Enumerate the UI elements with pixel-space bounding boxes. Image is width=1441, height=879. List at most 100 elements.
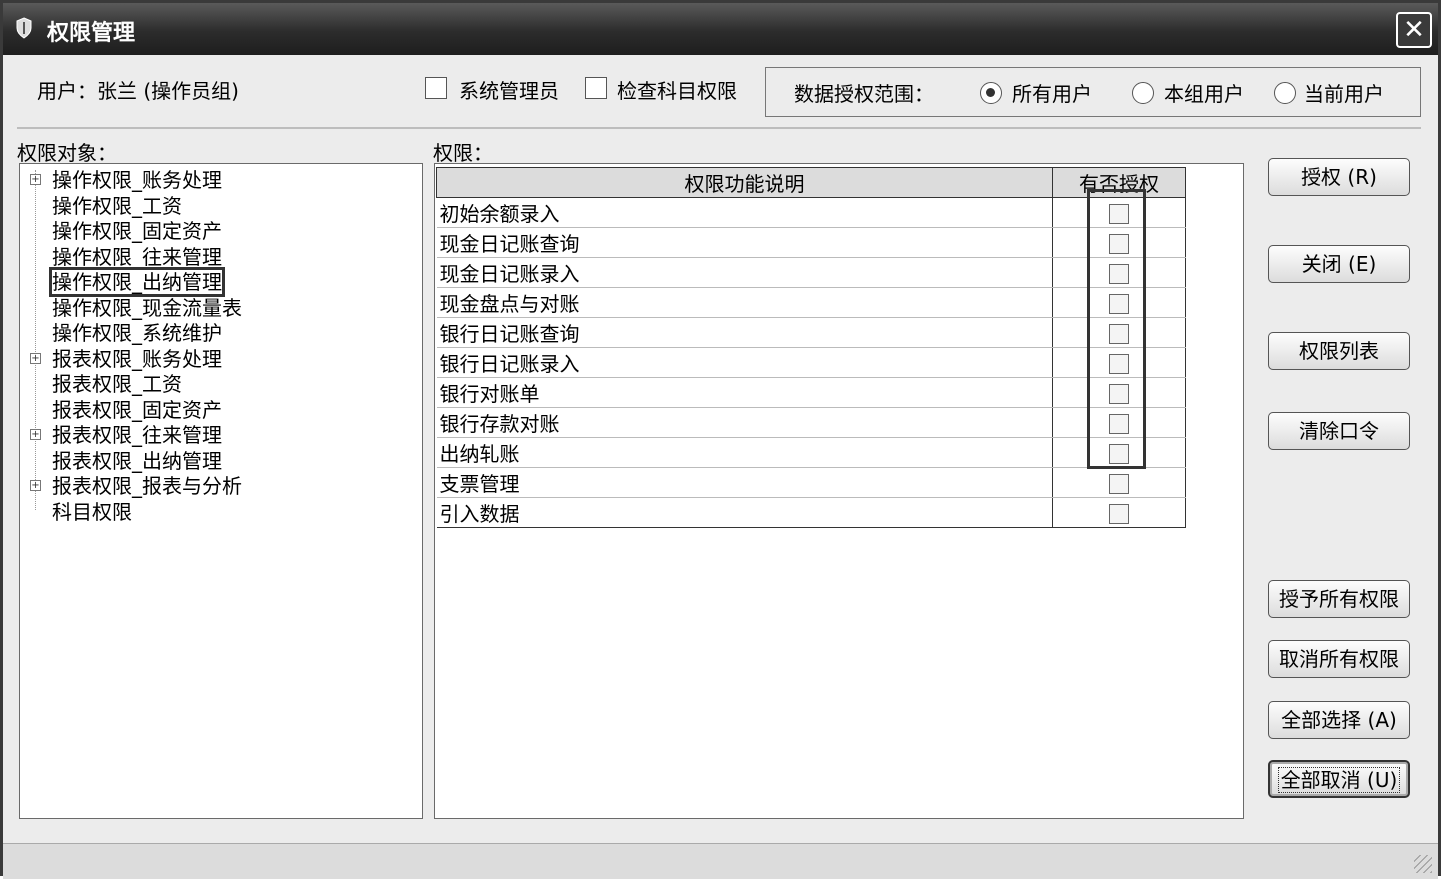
table-row[interactable]: 出纳轧账 bbox=[436, 437, 1186, 468]
radio-selected-dot bbox=[986, 88, 995, 97]
permissions-label: 权限： bbox=[433, 141, 493, 165]
granted-checkbox[interactable] bbox=[1109, 414, 1129, 434]
data-scope-group: 数据授权范围： 所有用户 本组用户 当前用户 bbox=[765, 67, 1421, 117]
table-row[interactable]: 支票管理 bbox=[436, 467, 1186, 498]
user-label: 用户：张兰 (操作员组) bbox=[37, 79, 239, 103]
window-title: 权限管理 bbox=[47, 21, 136, 46]
sys-admin-checkbox[interactable] bbox=[425, 77, 447, 99]
tree-item[interactable]: 操作权限_系统维护 bbox=[52, 321, 222, 345]
table-row[interactable]: 银行日记账录入 bbox=[436, 347, 1186, 378]
table-row[interactable]: 银行日记账查询 bbox=[436, 317, 1186, 348]
grant-button[interactable]: 授权 (R) bbox=[1268, 158, 1410, 196]
radio-all-users-label: 所有用户 bbox=[1012, 82, 1092, 106]
permission-name: 现金日记账录入 bbox=[436, 257, 1053, 288]
tree-item[interactable]: 操作权限_账务处理 bbox=[52, 168, 222, 192]
table-row[interactable]: 现金盘点与对账 bbox=[436, 287, 1186, 318]
granted-cell bbox=[1052, 377, 1186, 408]
deselect-all-button[interactable]: 全部取消 (U) bbox=[1268, 760, 1410, 798]
granted-checkbox[interactable] bbox=[1109, 234, 1129, 254]
permission-name: 出纳轧账 bbox=[436, 437, 1053, 468]
tree-item-selected[interactable]: 操作权限_出纳管理 bbox=[49, 267, 225, 297]
granted-cell bbox=[1052, 347, 1186, 378]
permission-name: 支票管理 bbox=[436, 467, 1053, 498]
table-row[interactable]: 现金日记账录入 bbox=[436, 257, 1186, 288]
clear-password-button[interactable]: 清除口令 bbox=[1268, 412, 1410, 450]
permission-dialog: 权限管理 ✕ 用户：张兰 (操作员组) 系统管理员 检查科目权限 数据授权范围：… bbox=[0, 0, 1441, 879]
granted-checkbox[interactable] bbox=[1109, 384, 1129, 404]
granted-checkbox[interactable] bbox=[1109, 324, 1129, 344]
radio-current-user[interactable] bbox=[1274, 82, 1296, 104]
table-row[interactable]: 银行存款对账 bbox=[436, 407, 1186, 438]
radio-current-user-label: 当前用户 bbox=[1304, 82, 1384, 106]
tree-item[interactable]: 报表权限_账务处理 bbox=[52, 347, 222, 371]
tree-item[interactable]: 报表权限_固定资产 bbox=[52, 398, 222, 422]
permissions-grid[interactable]: 权限功能说明 有否授权 初始余额录入 现金日记账查询 现金日记账录入 现金盘点与对账银… bbox=[434, 163, 1244, 819]
expand-icon[interactable]: + bbox=[30, 480, 41, 491]
column-header-granted[interactable]: 有否授权 bbox=[1052, 167, 1186, 198]
tree-connector bbox=[35, 170, 36, 510]
granted-cell bbox=[1052, 467, 1186, 498]
table-row[interactable]: 初始余额录入 bbox=[436, 197, 1186, 228]
expand-icon[interactable]: + bbox=[30, 174, 41, 185]
deselect-all-label: 全部取消 (U) bbox=[1277, 767, 1401, 793]
permission-name: 现金盘点与对账 bbox=[436, 287, 1053, 318]
permission-name: 引入数据 bbox=[436, 497, 1053, 528]
table-row[interactable]: 现金日记账查询 bbox=[436, 227, 1186, 258]
radio-group-users[interactable] bbox=[1132, 82, 1154, 104]
granted-checkbox[interactable] bbox=[1109, 354, 1129, 374]
resize-grip-icon[interactable] bbox=[1414, 855, 1432, 873]
permission-name: 银行存款对账 bbox=[436, 407, 1053, 438]
granted-cell bbox=[1052, 317, 1186, 348]
permission-name: 初始余额录入 bbox=[436, 197, 1053, 228]
grant-all-button[interactable]: 授予所有权限 bbox=[1268, 580, 1410, 618]
granted-checkbox[interactable] bbox=[1109, 264, 1129, 284]
table-row[interactable]: 银行对账单 bbox=[436, 377, 1186, 408]
status-bar bbox=[3, 843, 1438, 879]
granted-cell bbox=[1052, 227, 1186, 258]
tree-item[interactable]: 报表权限_往来管理 bbox=[52, 423, 222, 447]
close-icon[interactable]: ✕ bbox=[1396, 12, 1432, 48]
granted-checkbox[interactable] bbox=[1109, 474, 1129, 494]
tree-item[interactable]: 报表权限_工资 bbox=[52, 372, 182, 396]
table-row[interactable]: 引入数据 bbox=[436, 497, 1186, 528]
expand-icon[interactable]: + bbox=[30, 352, 41, 364]
close-button[interactable]: 关闭 (E) bbox=[1268, 245, 1410, 283]
tree-item[interactable]: 操作权限_往来管理 bbox=[52, 245, 222, 269]
granted-checkbox[interactable] bbox=[1109, 294, 1129, 314]
tree-item[interactable]: 报表权限_出纳管理 bbox=[52, 449, 222, 473]
divider bbox=[17, 127, 1421, 129]
granted-cell bbox=[1052, 407, 1186, 438]
granted-cell bbox=[1052, 497, 1186, 528]
granted-cell bbox=[1052, 287, 1186, 318]
granted-checkbox[interactable] bbox=[1109, 204, 1129, 224]
title-bar[interactable]: 权限管理 ✕ bbox=[3, 3, 1438, 55]
granted-cell bbox=[1052, 197, 1186, 228]
permission-object-tree[interactable]: + 操作权限_账务处理 操作权限_工资 操作权限_固定资产 操作权限_往来管理 … bbox=[19, 163, 423, 819]
tree-item[interactable]: 操作权限_工资 bbox=[52, 194, 182, 218]
granted-cell bbox=[1052, 437, 1186, 468]
tree-item[interactable]: 报表权限_报表与分析 bbox=[52, 474, 242, 498]
permission-name: 银行日记账查询 bbox=[436, 317, 1053, 348]
tree-label: 权限对象： bbox=[17, 141, 117, 165]
tree-item[interactable]: 操作权限_现金流量表 bbox=[52, 296, 242, 320]
permission-name: 银行对账单 bbox=[436, 377, 1053, 408]
permission-name: 现金日记账查询 bbox=[436, 227, 1053, 258]
permission-name: 银行日记账录入 bbox=[436, 347, 1053, 378]
revoke-all-button[interactable]: 取消所有权限 bbox=[1268, 640, 1410, 678]
select-all-button[interactable]: 全部选择 (A) bbox=[1268, 701, 1410, 739]
radio-group-users-label: 本组用户 bbox=[1164, 82, 1244, 106]
tree-item[interactable]: 操作权限_固定资产 bbox=[52, 219, 222, 243]
data-scope-title: 数据授权范围： bbox=[794, 82, 934, 106]
expand-icon[interactable]: + bbox=[30, 429, 41, 440]
shield-icon bbox=[16, 17, 32, 39]
permission-list-button[interactable]: 权限列表 bbox=[1268, 332, 1410, 370]
granted-checkbox[interactable] bbox=[1109, 444, 1129, 464]
check-subject-checkbox[interactable] bbox=[585, 77, 607, 99]
granted-checkbox[interactable] bbox=[1109, 504, 1129, 524]
permissions-table: 权限功能说明 有否授权 初始余额录入 现金日记账查询 现金日记账录入 现金盘点与对账银… bbox=[436, 167, 1186, 528]
granted-cell bbox=[1052, 257, 1186, 288]
sys-admin-label: 系统管理员 bbox=[459, 79, 559, 103]
column-header-description[interactable]: 权限功能说明 bbox=[436, 167, 1053, 198]
radio-all-users[interactable] bbox=[980, 82, 1002, 104]
tree-item[interactable]: 科目权限 bbox=[52, 500, 132, 524]
